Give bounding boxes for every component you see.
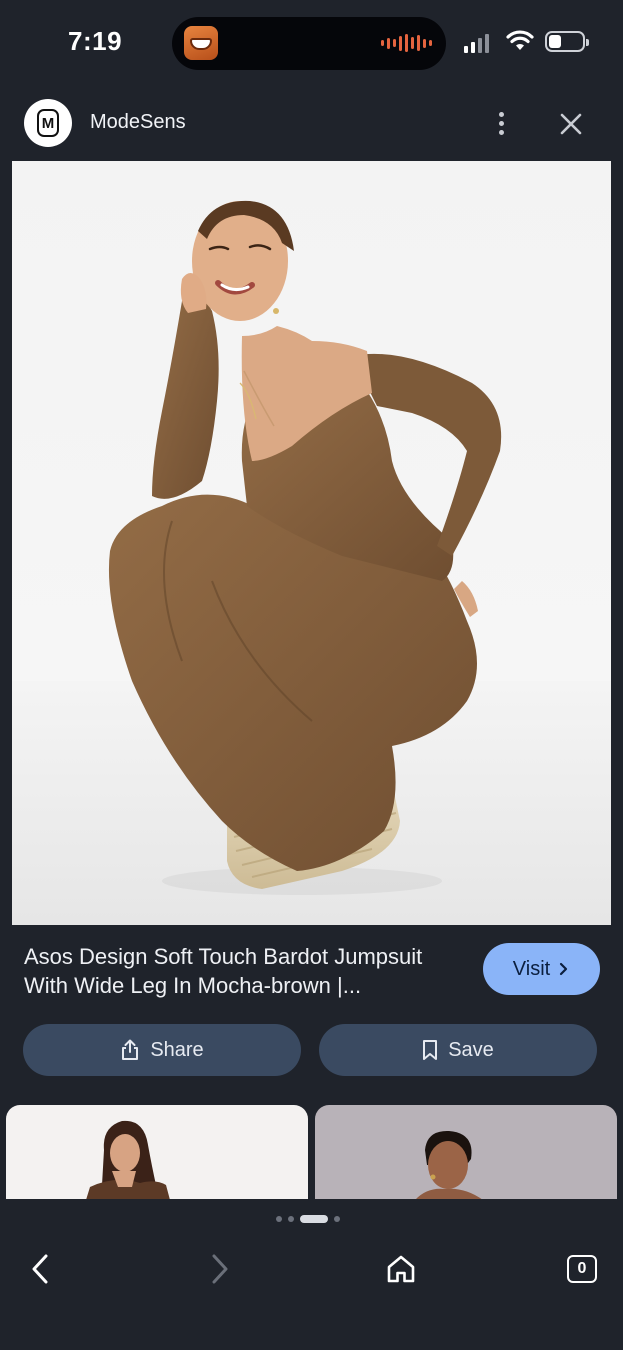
browser-bottom-bar: 0 xyxy=(0,1199,623,1350)
related-model-photo xyxy=(86,1120,170,1200)
image-viewer-page: 7:19 M ModeSens Asos Design Soft Touch B… xyxy=(0,0,623,1350)
share-button[interactable]: Share xyxy=(23,1024,301,1076)
tabs-button[interactable]: 0 xyxy=(562,1249,602,1289)
site-logo[interactable]: M xyxy=(24,99,72,147)
live-activity-app-icon xyxy=(184,26,218,60)
dynamic-island[interactable] xyxy=(172,17,446,70)
share-icon xyxy=(122,1039,139,1060)
cellular-signal-icon xyxy=(464,33,489,53)
more-options-button[interactable] xyxy=(486,108,516,138)
forward-button[interactable] xyxy=(200,1249,240,1289)
model-photo xyxy=(12,200,611,925)
visit-button[interactable]: Visit xyxy=(483,943,600,995)
share-label: Share xyxy=(150,1038,204,1061)
audio-waveform-icon xyxy=(381,34,432,52)
status-time: 7:19 xyxy=(68,26,123,56)
bookmark-icon xyxy=(423,1040,438,1060)
back-button[interactable] xyxy=(20,1249,60,1289)
save-button[interactable]: Save xyxy=(319,1024,597,1076)
related-model-photo xyxy=(415,1130,483,1200)
product-title[interactable]: Asos Design Soft Touch Bardot Jumpsuit W… xyxy=(24,942,472,1000)
chevron-left-icon xyxy=(32,1254,48,1284)
close-icon[interactable] xyxy=(555,108,587,140)
related-image-thumbnail[interactable] xyxy=(6,1105,308,1200)
product-image[interactable] xyxy=(12,161,611,925)
chevron-right-icon xyxy=(560,962,568,976)
site-name[interactable]: ModeSens xyxy=(90,111,186,134)
related-image-thumbnail[interactable] xyxy=(315,1105,617,1200)
home-icon xyxy=(387,1255,415,1283)
page-indicator xyxy=(276,1215,340,1223)
site-logo-letter: M xyxy=(37,109,59,137)
home-button[interactable] xyxy=(381,1249,421,1289)
tab-count: 0 xyxy=(567,1255,597,1283)
battery-icon xyxy=(545,31,589,52)
save-label: Save xyxy=(448,1038,494,1061)
chevron-right-icon xyxy=(212,1254,228,1284)
visit-label: Visit xyxy=(512,957,551,980)
status-bar: 7:19 xyxy=(0,0,623,88)
wifi-icon xyxy=(506,30,534,50)
source-header: M ModeSens xyxy=(0,88,623,160)
